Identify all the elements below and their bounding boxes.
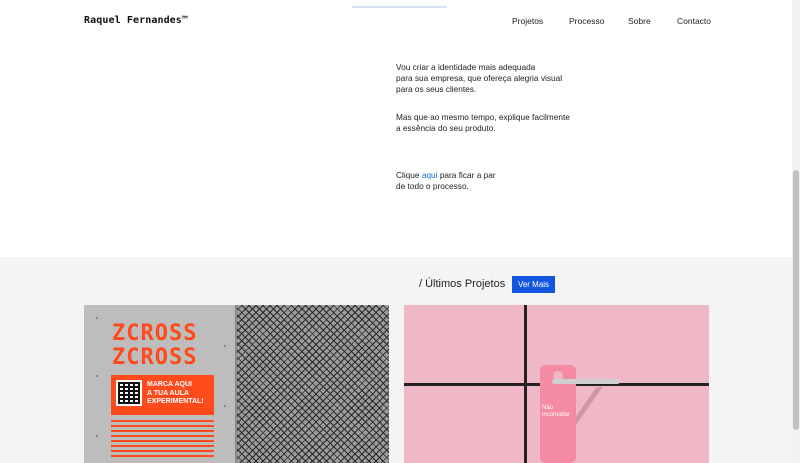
poster-line: EXPERIMENTAL! [147,398,204,405]
nav-link-projetos[interactable]: Projetos [512,16,543,26]
door-hanger-line: incomodar [542,412,571,418]
rivet-dot [224,345,226,347]
intro-line: Vou criar a identidade mais adequada [396,62,536,72]
intro-line: para sua empresa, que ofereça alegria vi… [396,73,563,84]
rivet-dot [224,405,226,407]
poster-line: MARCA AQUI [147,381,192,388]
intro-line: a essência do seu produto. [396,123,496,134]
intro-text: Clique [396,170,422,180]
ver-mais-button[interactable]: Ver Mais [512,276,555,293]
page-scrollbar[interactable] [792,0,800,463]
card-seam [235,305,237,463]
intro-paragraph-2: Mas que ao mesmo tempo, explique facilme… [396,112,570,134]
door-handle [552,379,620,384]
door-hanger-line: Não [542,405,554,411]
intro-paragraph-1: Vou criar a identidade mais adequada par… [396,62,562,96]
card-image-mesh [236,305,389,463]
intro-line: Mas que ao mesmo tempo, explique facilme… [396,112,570,122]
nav-link-processo[interactable]: Processo [569,16,604,26]
qr-code-icon [116,380,142,406]
intro-line: para os seus clientes. [396,84,477,95]
intro-line: de todo o processo. [396,181,469,192]
zcross-logo: ZCROSS [112,345,198,370]
site-header: Raquel Fernandes™ Projetos Processo Sobr… [0,0,792,44]
intro-paragraph-3: Clique aqui para ficar a par de todo o p… [396,170,496,192]
project-card-zcross[interactable]: ZCROSS ZCROSS MARCA AQUI A TUA AULA EXPE… [84,305,389,463]
nav-link-contacto[interactable]: Contacto [677,16,711,26]
intro-line: Clique aqui para ficar a par [396,170,496,181]
project-card-doorsign[interactable]: Não incomodar [404,305,709,463]
process-link[interactable]: aqui [422,170,438,180]
site-logo[interactable]: Raquel Fernandes™ [84,15,188,26]
handle-shadow [561,387,687,437]
scrollbar-thumb[interactable] [793,170,799,430]
poster-text: MARCA AQUI A TUA AULA EXPERIMENTAL! [147,381,204,407]
rivet-dot [96,375,98,377]
zcross-poster: MARCA AQUI A TUA AULA EXPERIMENTAL! [111,375,214,415]
projects-title: / Últimos Projetos [419,278,506,290]
nav-link-sobre[interactable]: Sobre [628,16,651,26]
rivet-dot [96,435,98,437]
rivet-dot [96,317,98,319]
zcross-logo: ZCROSS [112,321,198,346]
door-hanger-text: Não incomodar [542,405,576,419]
poster-stripes [111,417,214,457]
poster-line: A TUA AULA [147,389,189,397]
intro-text: para ficar a par [437,170,496,180]
